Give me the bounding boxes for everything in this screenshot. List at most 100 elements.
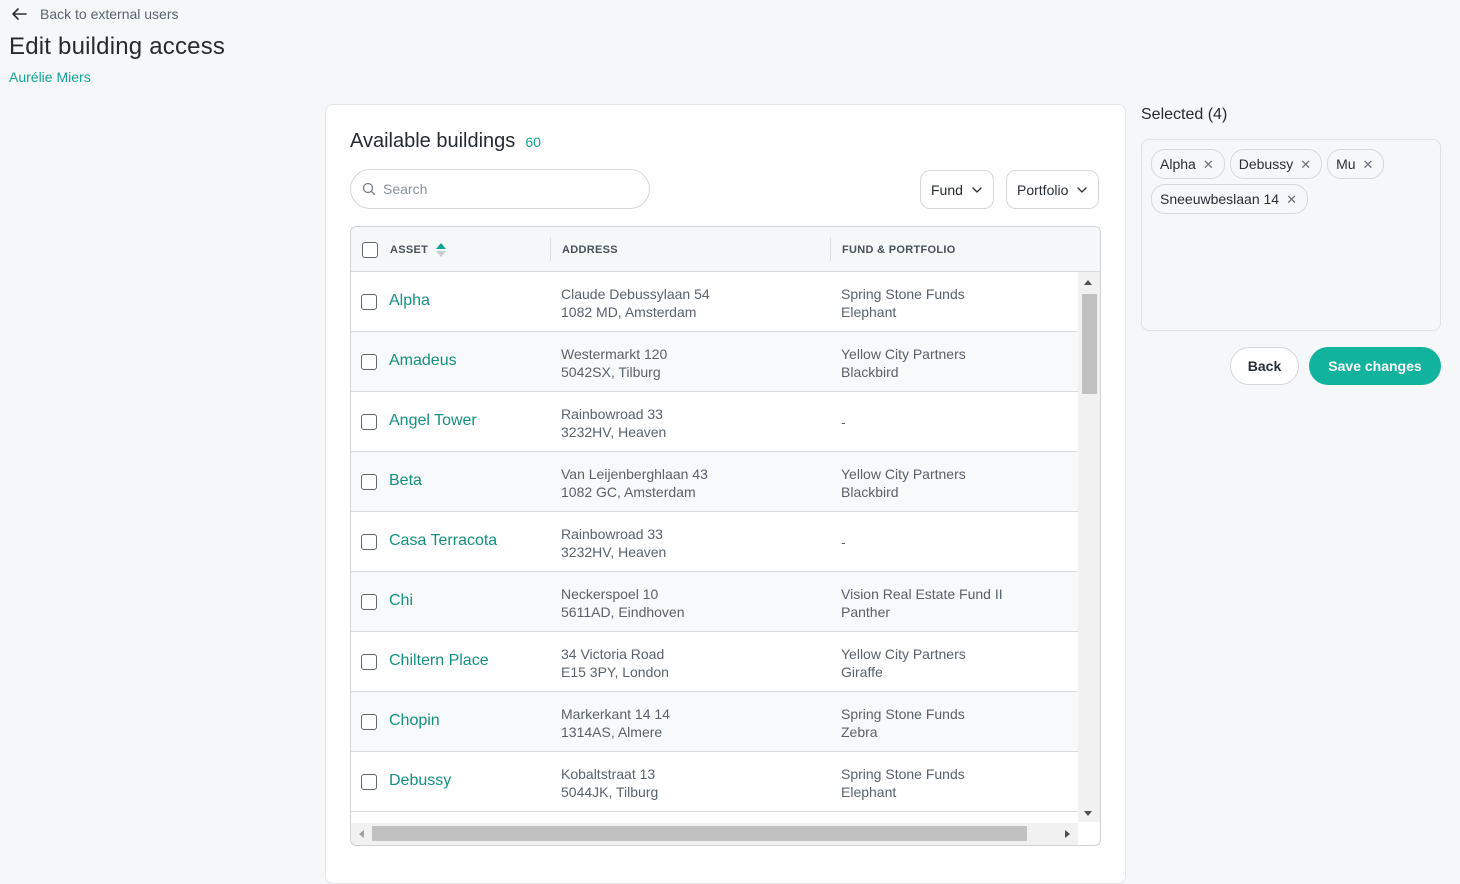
back-button[interactable]: Back [1230, 347, 1299, 385]
row-checkbox[interactable] [361, 534, 377, 550]
fund-name: - [841, 414, 846, 430]
fund-name: Spring Stone Funds [841, 286, 965, 302]
table-row: Chopin Markerkant 14 14 1314AS, Almere Sp… [351, 692, 1078, 752]
asset-link[interactable]: Chiltern Place [389, 652, 489, 670]
selected-buildings-box: Alpha ✕ Debussy ✕ Mu ✕ Sneeuwbeslaan 14 … [1141, 139, 1441, 331]
address-line-2: 5042SX, Tilburg [561, 364, 661, 380]
chip-label: Sneeuwbeslaan 14 [1160, 191, 1280, 207]
address-line-2: 5044JK, Tilburg [561, 784, 659, 800]
close-icon[interactable]: ✕ [1363, 158, 1374, 171]
asset-link[interactable]: Chopin [389, 712, 440, 730]
selected-chip: Debussy ✕ [1229, 149, 1323, 179]
fund-cell: - [841, 413, 846, 431]
portfolio-name: Blackbird [841, 484, 899, 500]
row-checkbox[interactable] [361, 474, 377, 490]
asset-link[interactable]: Debussy [389, 772, 451, 790]
address-cell: Rainbowroad 33 3232HV, Heaven [561, 405, 666, 441]
select-all-checkbox[interactable] [362, 241, 378, 258]
arrow-left-icon [12, 8, 27, 20]
search-icon [362, 182, 376, 196]
address-cell: Markerkant 14 14 1314AS, Almere [561, 705, 670, 741]
portfolio-name: Panther [841, 604, 891, 620]
row-checkbox[interactable] [361, 414, 377, 430]
horizontal-scrollbar[interactable] [351, 823, 1078, 845]
address-line-2: 5611AD, Eindhoven [561, 604, 685, 620]
vertical-scrollbar[interactable] [1078, 272, 1100, 822]
available-buildings-title: Available buildings [350, 130, 516, 152]
asset-link[interactable]: Angel Tower [389, 412, 477, 430]
row-checkbox[interactable] [361, 774, 377, 790]
address-line-1: Markerkant 14 14 [561, 706, 670, 722]
portfolio-name: Zebra [841, 724, 878, 740]
fund-filter-dropdown[interactable]: Fund [920, 170, 994, 209]
close-icon[interactable]: ✕ [1286, 193, 1297, 206]
fund-cell: Vision Real Estate Fund II Panther [841, 585, 1003, 621]
address-line-2: 1082 GC, Amsterdam [561, 484, 696, 500]
fund-cell: Yellow City Partners Giraffe [841, 645, 966, 681]
fund-cell: Yellow City Partners Blackbird [841, 345, 966, 381]
address-line-1: Claude Debussylaan 54 [561, 286, 710, 302]
search-input[interactable] [383, 181, 633, 197]
scroll-down-icon[interactable] [1084, 811, 1092, 816]
fund-cell: - [841, 533, 846, 551]
selected-title: Selected (4) [1141, 106, 1228, 123]
table-row: Beta Van Leijenberghlaan 43 1082 GC, Amst… [351, 452, 1078, 512]
portfolio-filter-dropdown[interactable]: Portfolio [1006, 170, 1100, 209]
asset-link[interactable]: Chi [389, 592, 413, 610]
horizontal-scroll-thumb[interactable] [372, 826, 1027, 841]
table-row: Casa Terracota Rainbowroad 33 3232HV, Hea… [351, 512, 1078, 572]
asset-link[interactable]: Amadeus [389, 352, 457, 370]
row-checkbox[interactable] [361, 594, 377, 610]
sort-ascending-icon [436, 242, 447, 257]
fund-name: Yellow City Partners [841, 646, 966, 662]
table-body: Alpha Claude Debussylaan 54 1082 MD, Amst… [351, 272, 1078, 812]
column-header-asset[interactable]: ASSET [390, 227, 447, 272]
column-header-fund: FUND & PORTFOLIO [830, 227, 1090, 272]
vertical-scroll-thumb[interactable] [1082, 294, 1097, 394]
available-buildings-card: Available buildings 60 Fund Portfolio AS… [325, 104, 1126, 884]
address-line-1: Neckerspoel 10 [561, 586, 659, 602]
scroll-left-icon[interactable] [359, 830, 364, 838]
fund-name: Vision Real Estate Fund II [841, 586, 1003, 602]
address-line-2: E15 3PY, London [561, 664, 669, 680]
row-checkbox[interactable] [361, 714, 377, 730]
portfolio-name: Elephant [841, 304, 897, 320]
save-changes-button[interactable]: Save changes [1309, 347, 1441, 385]
address-cell: Westermarkt 120 5042SX, Tilburg [561, 345, 667, 381]
selected-chip: Alpha ✕ [1151, 149, 1225, 179]
fund-name: Yellow City Partners [841, 346, 966, 362]
chip-label: Mu [1336, 156, 1356, 172]
available-buildings-count: 60 [525, 134, 541, 150]
asset-link[interactable]: Beta [389, 472, 422, 490]
portfolio-name: Blackbird [841, 364, 899, 380]
search-box [350, 169, 650, 209]
address-line-1: Rainbowroad 33 [561, 406, 663, 422]
address-cell: 34 Victoria Road E15 3PY, London [561, 645, 669, 681]
close-icon[interactable]: ✕ [1300, 158, 1311, 171]
back-link-label: Back to external users [40, 6, 179, 22]
row-checkbox[interactable] [361, 294, 377, 310]
address-cell: Claude Debussylaan 54 1082 MD, Amsterdam [561, 285, 710, 321]
scroll-right-icon[interactable] [1065, 830, 1070, 838]
column-header-address-label: ADDRESS [562, 243, 618, 256]
table-row: Angel Tower Rainbowroad 33 3232HV, Heaven… [351, 392, 1078, 452]
row-checkbox[interactable] [361, 654, 377, 670]
address-line-2: 1082 MD, Amsterdam [561, 304, 697, 320]
row-checkbox[interactable] [361, 354, 377, 370]
close-icon[interactable]: ✕ [1203, 158, 1214, 171]
scroll-up-icon[interactable] [1084, 280, 1092, 285]
buildings-table: ASSET ADDRESS FUND & PORTFOLIO Alpha Cla… [350, 226, 1101, 846]
asset-link[interactable]: Alpha [389, 292, 430, 310]
fund-name: - [841, 534, 846, 550]
back-to-external-users-link[interactable]: Back to external users [10, 5, 179, 23]
asset-link[interactable]: Casa Terracota [389, 532, 497, 550]
fund-cell: Spring Stone Funds Elephant [841, 285, 965, 321]
column-header-address: ADDRESS [550, 227, 830, 272]
address-line-1: Westermarkt 120 [561, 346, 668, 362]
fund-cell: Spring Stone Funds Zebra [841, 705, 965, 741]
address-cell: Kobaltstraat 13 5044JK, Tilburg [561, 765, 658, 801]
table-row: Debussy Kobaltstraat 13 5044JK, Tilburg S… [351, 752, 1078, 812]
address-line-2: 3232HV, Heaven [561, 544, 667, 560]
fund-cell: Spring Stone Funds Elephant [841, 765, 965, 801]
fund-name: Yellow City Partners [841, 466, 966, 482]
